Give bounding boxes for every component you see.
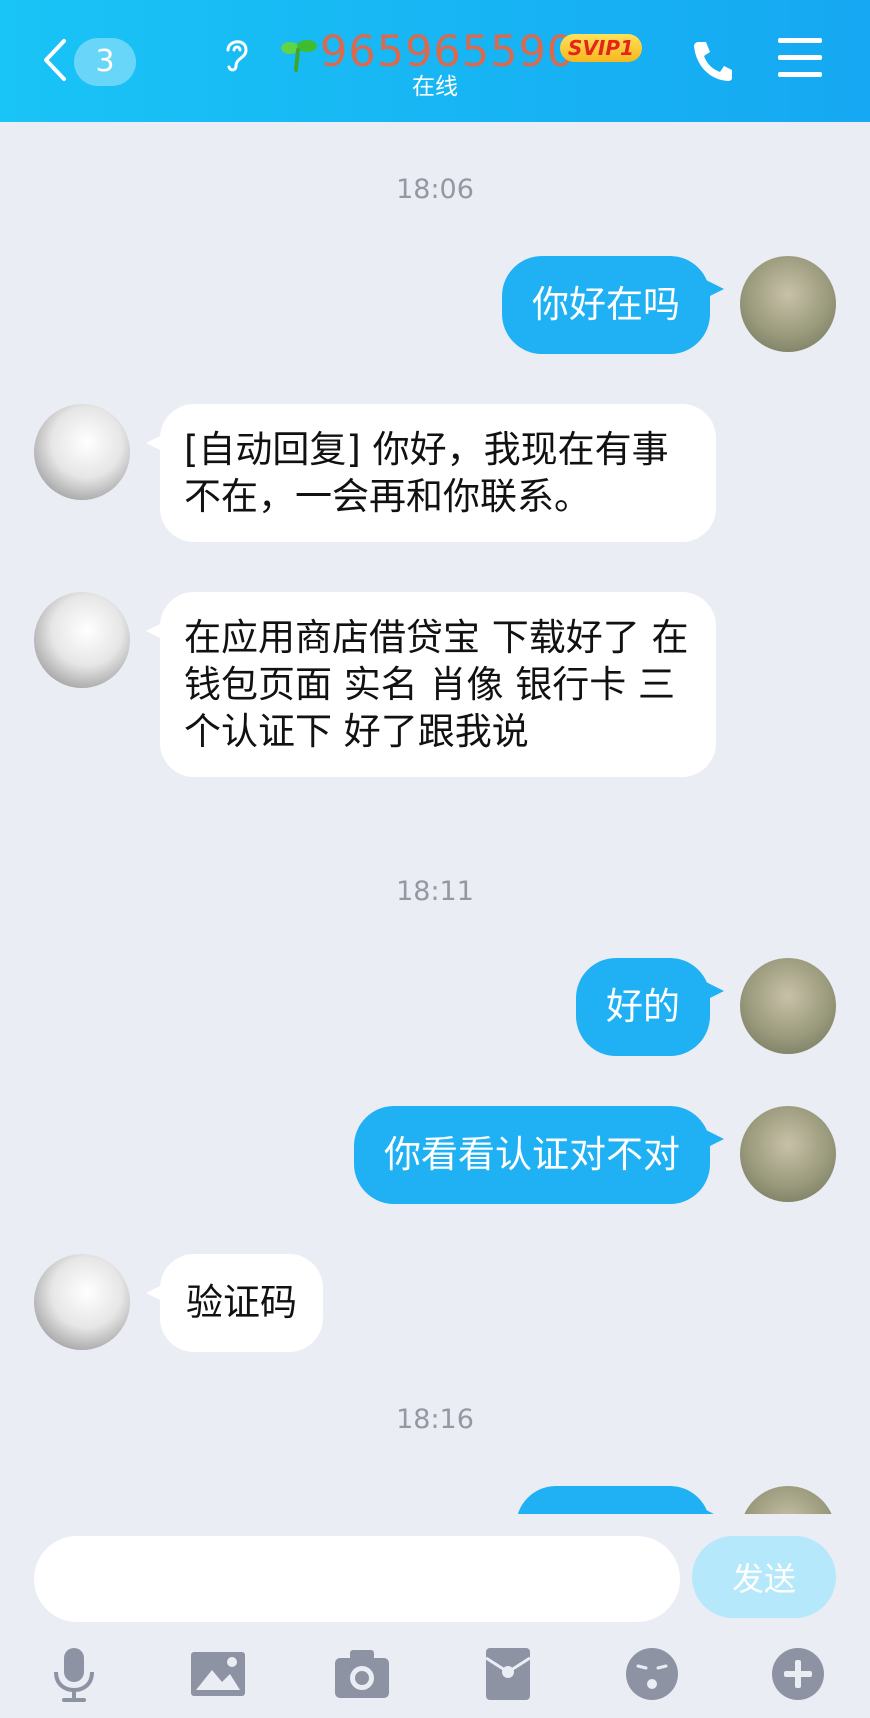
timestamp: 18:16 [396,1404,474,1435]
timestamp: 18:11 [396,876,474,907]
message-input[interactable] [34,1536,680,1622]
menu-icon[interactable] [778,38,822,78]
message-bubble-received[interactable]: [自动回复] 你好，我现在有事不在，一会再和你联系。 [146,404,716,542]
phone-icon[interactable] [692,38,734,82]
plus-icon[interactable] [768,1644,828,1704]
avatar-contact[interactable] [34,1254,130,1350]
ear-icon[interactable] [222,34,252,74]
message-bubble-received[interactable]: 验证码 [146,1254,323,1352]
image-icon[interactable] [188,1644,248,1704]
send-button[interactable]: 发送 [692,1536,836,1618]
vip-badge: SVIP1 [560,34,642,62]
input-bar: 发送 [0,1514,870,1718]
chat-header: 3 965965590 SVIP1 在线 [0,0,870,122]
emoji-icon[interactable] [622,1644,682,1704]
red-packet-icon[interactable] [478,1644,538,1704]
avatar-self[interactable] [740,256,836,352]
message-bubble-sent[interactable]: 好的 [576,958,724,1056]
mic-icon[interactable] [44,1644,104,1704]
online-status: 在线 [412,74,458,100]
message-bubble-sent[interactable]: 你好在吗 [502,256,724,354]
avatar-self[interactable] [740,958,836,1054]
camera-icon[interactable] [332,1644,392,1704]
message-bubble-received[interactable]: 在应用商店借贷宝 下载好了 在钱包页面 实名 肖像 银行卡 三个认证下 好了跟我… [146,592,716,777]
sprout-icon [281,40,317,72]
message-bubble-sent[interactable]: 你看看认证对不对 [354,1106,724,1204]
avatar-contact[interactable] [34,592,130,688]
avatar-contact[interactable] [34,404,130,500]
timestamp: 18:06 [396,174,474,205]
avatar-self[interactable] [740,1106,836,1202]
